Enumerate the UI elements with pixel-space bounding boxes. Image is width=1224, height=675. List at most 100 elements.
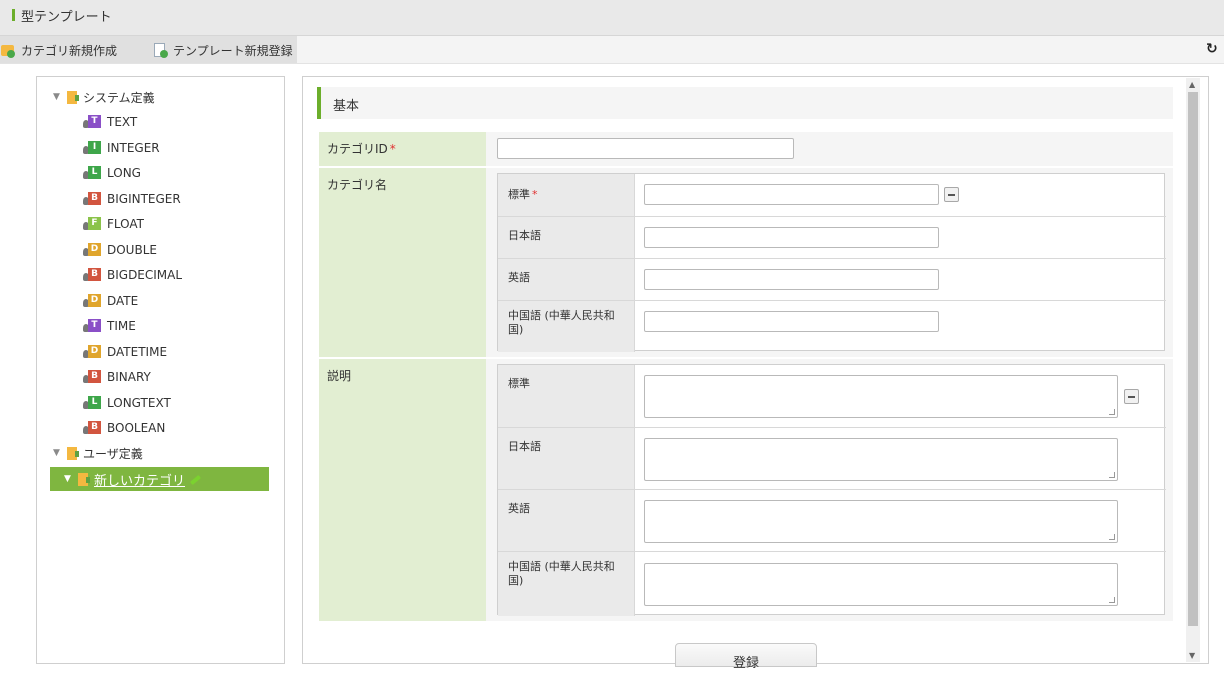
divider bbox=[634, 174, 635, 352]
category-id-label: カテゴリID * bbox=[319, 132, 486, 166]
description-lang-table: 標準 日本語 英語 中国語 (中華人民共和国) bbox=[497, 364, 1166, 616]
lang-label: 日本語 bbox=[508, 229, 541, 242]
tree-type-label: LONGTEXT bbox=[107, 395, 171, 410]
category-name-label-text: カテゴリ名 bbox=[327, 178, 388, 192]
tree-type-item[interactable]: D DATE bbox=[83, 291, 138, 311]
new-template-label: テンプレート新規登録 bbox=[173, 43, 293, 58]
lang-cell-japanese: 日本語 bbox=[498, 217, 634, 258]
folder-add-icon bbox=[0, 43, 16, 58]
category-name-standard-input[interactable] bbox=[644, 184, 939, 205]
category-name-english-input[interactable] bbox=[644, 269, 939, 290]
tree-node-user[interactable]: ▼ ユーザ定義 bbox=[53, 443, 143, 463]
tree-type-item[interactable]: I INTEGER bbox=[83, 138, 160, 158]
tree-node-selected[interactable]: ▼ 新しいカテゴリ bbox=[50, 467, 269, 491]
section-header: 基本 bbox=[317, 87, 1173, 119]
required-mark: * bbox=[389, 142, 396, 156]
tree-type-item[interactable]: L LONG bbox=[83, 163, 141, 183]
description-label: 説明 bbox=[319, 359, 486, 621]
lang-label: 英語 bbox=[508, 271, 530, 284]
tree-type-item[interactable]: D DATETIME bbox=[83, 342, 167, 362]
selected-node-content: ▼ 新しいカテゴリ bbox=[64, 469, 202, 489]
tree-type-item[interactable]: B BIGINTEGER bbox=[83, 189, 181, 209]
edit-pencil-icon[interactable] bbox=[189, 473, 202, 486]
tree-type-item[interactable]: L LONGTEXT bbox=[83, 393, 171, 413]
type-badge-icon: B bbox=[83, 420, 103, 436]
lang-label: 日本語 bbox=[508, 440, 541, 453]
toolbar: カテゴリ新規作成 テンプレート新規登録 bbox=[0, 36, 1224, 64]
resize-handle-icon[interactable] bbox=[1109, 534, 1115, 540]
folder-icon bbox=[67, 90, 79, 104]
lang-label: 標準 bbox=[508, 377, 530, 390]
expand-triangle-icon[interactable]: ▼ bbox=[53, 92, 63, 102]
selected-category-link[interactable]: 新しいカテゴリ bbox=[94, 470, 185, 489]
description-label-text: 説明 bbox=[327, 369, 352, 383]
category-name-chinese-input[interactable] bbox=[644, 311, 939, 332]
type-badge-icon: B bbox=[83, 191, 103, 207]
tree-type-label: BIGINTEGER bbox=[107, 191, 181, 206]
tree-type-item[interactable]: T TEXT bbox=[83, 112, 137, 132]
lang-label: 標準 bbox=[508, 188, 530, 201]
type-badge-icon: F bbox=[83, 216, 103, 232]
collapse-minus-icon[interactable] bbox=[1124, 389, 1139, 404]
tree-type-item[interactable]: D DOUBLE bbox=[83, 240, 157, 260]
type-badge-icon: T bbox=[83, 114, 103, 130]
refresh-icon[interactable]: ↻ bbox=[1206, 41, 1218, 57]
folder-icon bbox=[67, 446, 79, 460]
scroll-down-icon[interactable]: ▼ bbox=[1189, 651, 1195, 660]
section-title: 基本 bbox=[333, 99, 360, 114]
required-mark: * bbox=[532, 188, 538, 201]
description-chinese-textarea[interactable] bbox=[644, 563, 1118, 606]
lang-cell-chinese: 中国語 (中華人民共和国) bbox=[498, 301, 634, 352]
divider bbox=[634, 365, 635, 616]
detail-panel: 基本 カテゴリID * カテゴリ名 標準 * 日本語 英語 中国語 (中華人民共和国… bbox=[302, 76, 1209, 671]
tree-type-label: FLOAT bbox=[107, 217, 145, 231]
lang-cell-english: 英語 bbox=[498, 490, 634, 551]
expand-triangle-icon[interactable]: ▼ bbox=[64, 474, 74, 484]
tree-type-label: INTEGER bbox=[107, 140, 160, 155]
new-template-button[interactable]: テンプレート新規登録 bbox=[152, 41, 293, 59]
category-tree: ▼ システム定義 T TEXT I INTEGER L LONG B BIGINTEGER F F… bbox=[36, 76, 285, 664]
description-standard-textarea[interactable] bbox=[644, 375, 1118, 418]
tree-type-item[interactable]: F FLOAT bbox=[83, 214, 144, 234]
toolbar-button-group: カテゴリ新規作成 テンプレート新規登録 bbox=[0, 36, 297, 63]
lang-cell-chinese: 中国語 (中華人民共和国) bbox=[498, 552, 634, 616]
tree-type-item[interactable]: T TIME bbox=[83, 316, 136, 336]
type-badge-icon: L bbox=[83, 165, 103, 181]
category-id-input[interactable] bbox=[497, 138, 794, 159]
lang-label: 中国語 (中華人民共和国) bbox=[508, 560, 615, 587]
collapse-minus-icon[interactable] bbox=[944, 187, 959, 202]
description-japanese-textarea[interactable] bbox=[644, 438, 1118, 481]
type-badge-icon: B bbox=[83, 369, 103, 385]
tree-type-item[interactable]: B BINARY bbox=[83, 367, 151, 387]
type-badge-icon: D bbox=[83, 242, 103, 258]
tree-type-label: BINARY bbox=[107, 370, 151, 384]
title-accent bbox=[12, 9, 15, 21]
scroll-up-icon[interactable]: ▲ bbox=[1189, 80, 1195, 89]
resize-handle-icon[interactable] bbox=[1109, 472, 1115, 478]
tree-type-item[interactable]: B BOOLEAN bbox=[83, 418, 165, 438]
window-title: 型テンプレート bbox=[21, 10, 112, 25]
category-name-japanese-input[interactable] bbox=[644, 227, 939, 248]
resize-handle-icon[interactable] bbox=[1109, 597, 1115, 603]
tree-type-label: LONG bbox=[107, 166, 141, 180]
new-category-label: カテゴリ新規作成 bbox=[21, 43, 118, 58]
category-name-lang-table: 標準 * 日本語 英語 中国語 (中華人民共和国) bbox=[497, 173, 1166, 352]
tree-type-item[interactable]: B BIGDECIMAL bbox=[83, 265, 182, 285]
new-category-button[interactable]: カテゴリ新規作成 bbox=[0, 41, 117, 59]
type-badge-icon: I bbox=[83, 140, 103, 156]
expand-triangle-icon[interactable]: ▼ bbox=[53, 448, 63, 458]
scrollbar-thumb[interactable] bbox=[1188, 92, 1198, 626]
folder-icon bbox=[78, 472, 90, 486]
document-add-icon bbox=[152, 43, 168, 58]
vertical-scrollbar[interactable]: ▲ ▼ bbox=[1186, 78, 1200, 662]
lang-cell-english: 英語 bbox=[498, 259, 634, 300]
resize-handle-icon[interactable] bbox=[1109, 409, 1115, 415]
type-badge-icon: B bbox=[83, 267, 103, 283]
tree-type-label: TEXT bbox=[107, 115, 138, 129]
tree-type-label: DATE bbox=[107, 293, 139, 308]
type-badge-icon: D bbox=[83, 293, 103, 309]
tree-node-system[interactable]: ▼ システム定義 bbox=[53, 87, 155, 107]
description-english-textarea[interactable] bbox=[644, 500, 1118, 543]
register-button[interactable]: 登録 bbox=[675, 643, 817, 671]
lang-cell-japanese: 日本語 bbox=[498, 428, 634, 489]
